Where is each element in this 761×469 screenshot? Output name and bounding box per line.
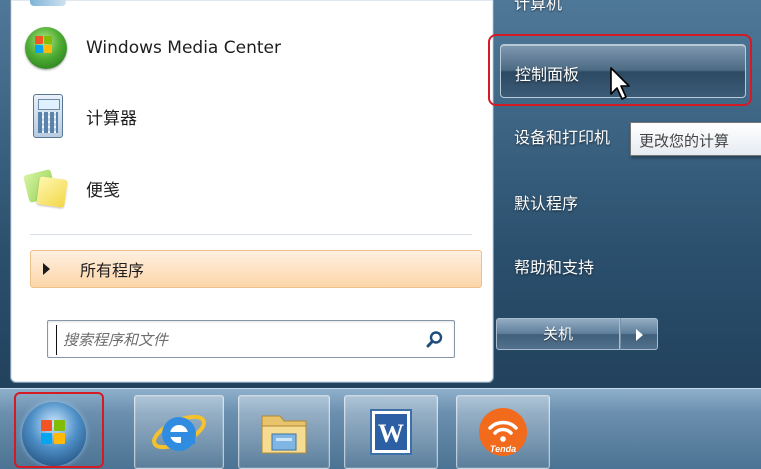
program-label: Windows Media Center xyxy=(86,38,281,58)
internet-explorer-icon xyxy=(152,414,206,451)
program-item-sticky-notes[interactable]: 便笺 xyxy=(22,160,462,216)
program-label: 便笺 xyxy=(86,180,120,201)
search-input[interactable] xyxy=(56,325,415,355)
taskbar-tenda[interactable]: Tenda xyxy=(456,395,550,469)
triangle-right-icon xyxy=(43,263,50,275)
calculator-icon xyxy=(22,92,70,140)
start-orb-highlight-box xyxy=(14,392,104,468)
program-label: 计算器 xyxy=(86,108,137,129)
right-item-computer[interactable]: 计算机 xyxy=(514,0,562,20)
program-item-calculator[interactable]: 计算器 xyxy=(22,88,462,144)
search-box[interactable] xyxy=(47,320,455,358)
taskbar-word[interactable]: W xyxy=(344,395,438,469)
right-item-help-support[interactable]: 帮助和支持 xyxy=(514,254,594,284)
shutdown-control: 关机 xyxy=(496,318,666,352)
windows-explorer-icon xyxy=(261,415,307,454)
mouse-cursor-icon xyxy=(610,67,630,100)
all-programs-label: 所有程序 xyxy=(80,261,145,280)
taskbar-internet-explorer[interactable] xyxy=(134,395,224,469)
program-list-divider xyxy=(30,234,472,235)
previous-program-icon-fragment xyxy=(30,0,66,6)
sticky-notes-icon xyxy=(22,164,70,212)
word-icon: W xyxy=(370,409,412,455)
triangle-right-icon xyxy=(636,329,643,341)
program-item-windows-media-center[interactable]: Windows Media Center xyxy=(22,20,462,76)
windows-media-center-icon xyxy=(22,24,70,72)
word-letter: W xyxy=(378,419,404,448)
tooltip-text: 更改您的计算 xyxy=(639,132,730,150)
all-programs-button[interactable]: 所有程序 xyxy=(30,250,482,288)
taskbar: W Tenda xyxy=(0,388,761,469)
search-icon[interactable] xyxy=(426,330,444,348)
shutdown-options-button[interactable] xyxy=(620,318,658,350)
right-item-default-programs[interactable]: 默认程序 xyxy=(514,190,578,220)
shutdown-button[interactable]: 关机 xyxy=(496,318,620,350)
tooltip: 更改您的计算 xyxy=(630,122,761,156)
control-panel-label: 控制面板 xyxy=(515,65,580,84)
taskbar-windows-explorer[interactable] xyxy=(238,395,330,469)
tenda-icon: Tenda xyxy=(479,408,527,456)
tenda-wordmark: Tenda xyxy=(490,444,516,454)
right-item-devices-printers[interactable]: 设备和打印机 xyxy=(514,124,610,154)
